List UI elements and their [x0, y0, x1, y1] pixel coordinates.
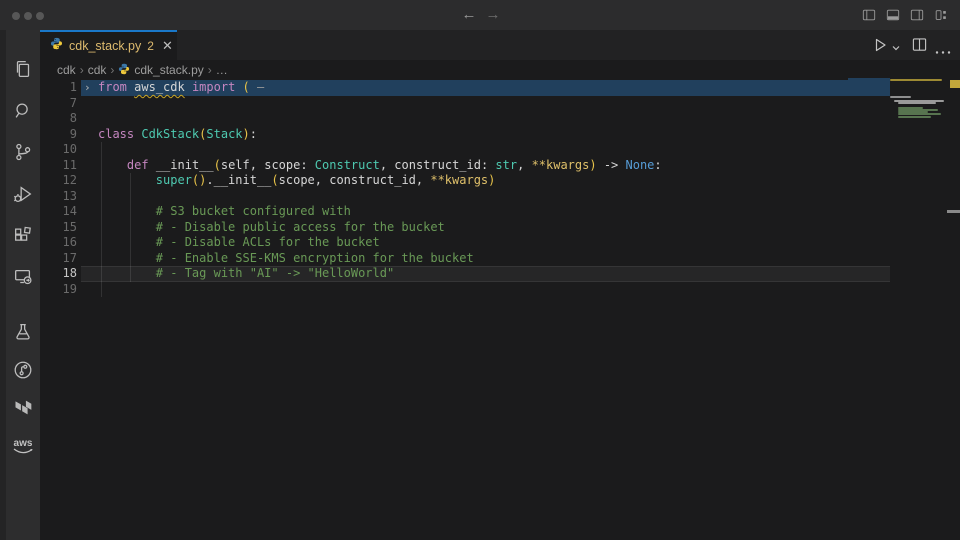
- code-line[interactable]: 19: [40, 282, 890, 298]
- code-line[interactable]: 8: [40, 111, 890, 127]
- code-line[interactable]: 18 # - Tag with "AI" -> "HelloWorld": [40, 266, 890, 282]
- code-text: # - Enable SSE-KMS encryption for the bu…: [98, 251, 474, 267]
- remote-explorer-icon[interactable]: [11, 265, 35, 289]
- line-number[interactable]: 1: [40, 80, 77, 96]
- toggle-panel-icon[interactable]: [886, 8, 900, 22]
- code-text: class CdkStack(Stack):: [98, 127, 257, 143]
- source-control-icon[interactable]: [11, 140, 35, 164]
- window-control-dot[interactable]: [24, 12, 32, 20]
- code-line[interactable]: 7: [40, 96, 890, 112]
- minimap[interactable]: [888, 78, 947, 540]
- line-number[interactable]: 18: [40, 266, 77, 282]
- more-actions-icon[interactable]: [935, 42, 951, 60]
- window-control-dot[interactable]: [36, 12, 44, 20]
- line-number[interactable]: 15: [40, 220, 77, 236]
- breadcrumb-separator: ›: [208, 63, 212, 77]
- line-number[interactable]: 12: [40, 173, 77, 189]
- minimap-line: [898, 113, 941, 115]
- python-file-icon: [50, 37, 63, 55]
- code-text: # - Disable ACLs for the bucket: [98, 235, 380, 251]
- code-line[interactable]: 10: [40, 142, 890, 158]
- extensions-icon[interactable]: [11, 224, 35, 248]
- toggle-secondary-sidebar-icon[interactable]: [910, 8, 924, 22]
- line-number[interactable]: 10: [40, 142, 77, 158]
- breadcrumb-item[interactable]: cdk: [57, 63, 76, 77]
- python-file-icon: [118, 63, 130, 77]
- code-text: from aws_cdk import ( —: [98, 80, 264, 96]
- line-number[interactable]: 14: [40, 204, 77, 220]
- line-number[interactable]: 19: [40, 282, 77, 298]
- line-number[interactable]: 8: [40, 111, 77, 127]
- indent-guide: [101, 142, 102, 158]
- breadcrumb: cdk›cdk›cdk_stack.py›…: [57, 61, 228, 79]
- breadcrumb-separator: ›: [110, 63, 114, 77]
- code-line[interactable]: 1 › from aws_cdk import ( —: [40, 80, 890, 96]
- run-dropdown-chevron-icon[interactable]: [891, 40, 901, 58]
- code-line[interactable]: 15 # - Disable public access for the buc…: [40, 220, 890, 236]
- code-line[interactable]: 12 super().__init__(scope, construct_id,…: [40, 173, 890, 189]
- code-text: # - Tag with "AI" -> "HelloWorld": [98, 266, 394, 282]
- code-text: super().__init__(scope, construct_id, **…: [98, 173, 495, 189]
- commit-graph-icon[interactable]: [11, 358, 35, 382]
- code-line[interactable]: 13: [40, 189, 890, 205]
- title-bar: ← →: [0, 0, 960, 30]
- cursor-line-marker: [947, 210, 960, 213]
- tab-bar: cdk_stack.py 2 ✕: [40, 30, 960, 60]
- vscode-window: ← →: [0, 0, 960, 540]
- explorer-icon[interactable]: [11, 57, 35, 81]
- breadcrumb-item[interactable]: …: [216, 63, 228, 77]
- code-text: def __init__(self, scope: Construct, con…: [98, 158, 662, 174]
- minimap-line: [898, 116, 931, 118]
- code-text: # S3 bucket configured with: [98, 204, 351, 220]
- line-number[interactable]: 7: [40, 96, 77, 112]
- run-python-file-icon[interactable]: [872, 37, 888, 58]
- line-number[interactable]: 17: [40, 251, 77, 267]
- search-icon[interactable]: [11, 99, 35, 123]
- code-text: # - Disable public access for the bucket: [98, 220, 445, 236]
- line-number[interactable]: 16: [40, 235, 77, 251]
- navigate-forward-icon[interactable]: →: [482, 4, 504, 26]
- code-editor[interactable]: 1 › from aws_cdk import ( — 789 class CdkSta…: [40, 80, 890, 297]
- navigate-back-icon[interactable]: ←: [458, 4, 480, 26]
- breadcrumb-item[interactable]: cdk_stack.py: [134, 63, 203, 77]
- minimap-line: [898, 102, 936, 104]
- breadcrumb-separator: ›: [80, 63, 84, 77]
- toggle-primary-sidebar-icon[interactable]: [862, 8, 876, 22]
- code-line[interactable]: 16 # - Disable ACLs for the bucket: [40, 235, 890, 251]
- overview-ruler: [947, 78, 960, 540]
- aws-icon-label: aws: [14, 439, 33, 448]
- testing-icon[interactable]: [11, 320, 35, 344]
- breadcrumb-item[interactable]: cdk: [88, 63, 107, 77]
- indent-guide: [101, 189, 102, 205]
- code-line[interactable]: 17 # - Enable SSE-KMS encryption for the…: [40, 251, 890, 267]
- line-number[interactable]: 9: [40, 127, 77, 143]
- window-control-dot[interactable]: [12, 12, 20, 20]
- tab-cdk-stack[interactable]: cdk_stack.py 2 ✕: [40, 30, 177, 60]
- tab-problems-badge: 2: [147, 39, 154, 53]
- minimap-line: [890, 79, 942, 81]
- split-editor-icon[interactable]: [912, 37, 927, 57]
- terraform-icon[interactable]: [11, 396, 35, 420]
- indent-guide: [101, 282, 102, 298]
- indent-guide: [130, 189, 131, 205]
- aws-icon[interactable]: aws: [11, 435, 35, 459]
- fold-chevron-icon[interactable]: ›: [84, 80, 91, 96]
- line-number[interactable]: 13: [40, 189, 77, 205]
- customize-layout-icon[interactable]: [934, 8, 948, 22]
- code-line[interactable]: 14 # S3 bucket configured with: [40, 204, 890, 220]
- line-number[interactable]: 11: [40, 158, 77, 174]
- code-line[interactable]: 11 def __init__(self, scope: Construct, …: [40, 158, 890, 174]
- tab-filename: cdk_stack.py: [69, 39, 141, 53]
- tab-close-icon[interactable]: ✕: [162, 38, 173, 54]
- minimap-selection-highlight: [848, 78, 890, 82]
- minimap-line: [890, 96, 911, 98]
- code-line[interactable]: 9 class CdkStack(Stack):: [40, 127, 890, 143]
- warning-marker: [950, 80, 960, 88]
- activity-bar: aws: [0, 30, 40, 540]
- run-and-debug-icon[interactable]: [11, 182, 35, 206]
